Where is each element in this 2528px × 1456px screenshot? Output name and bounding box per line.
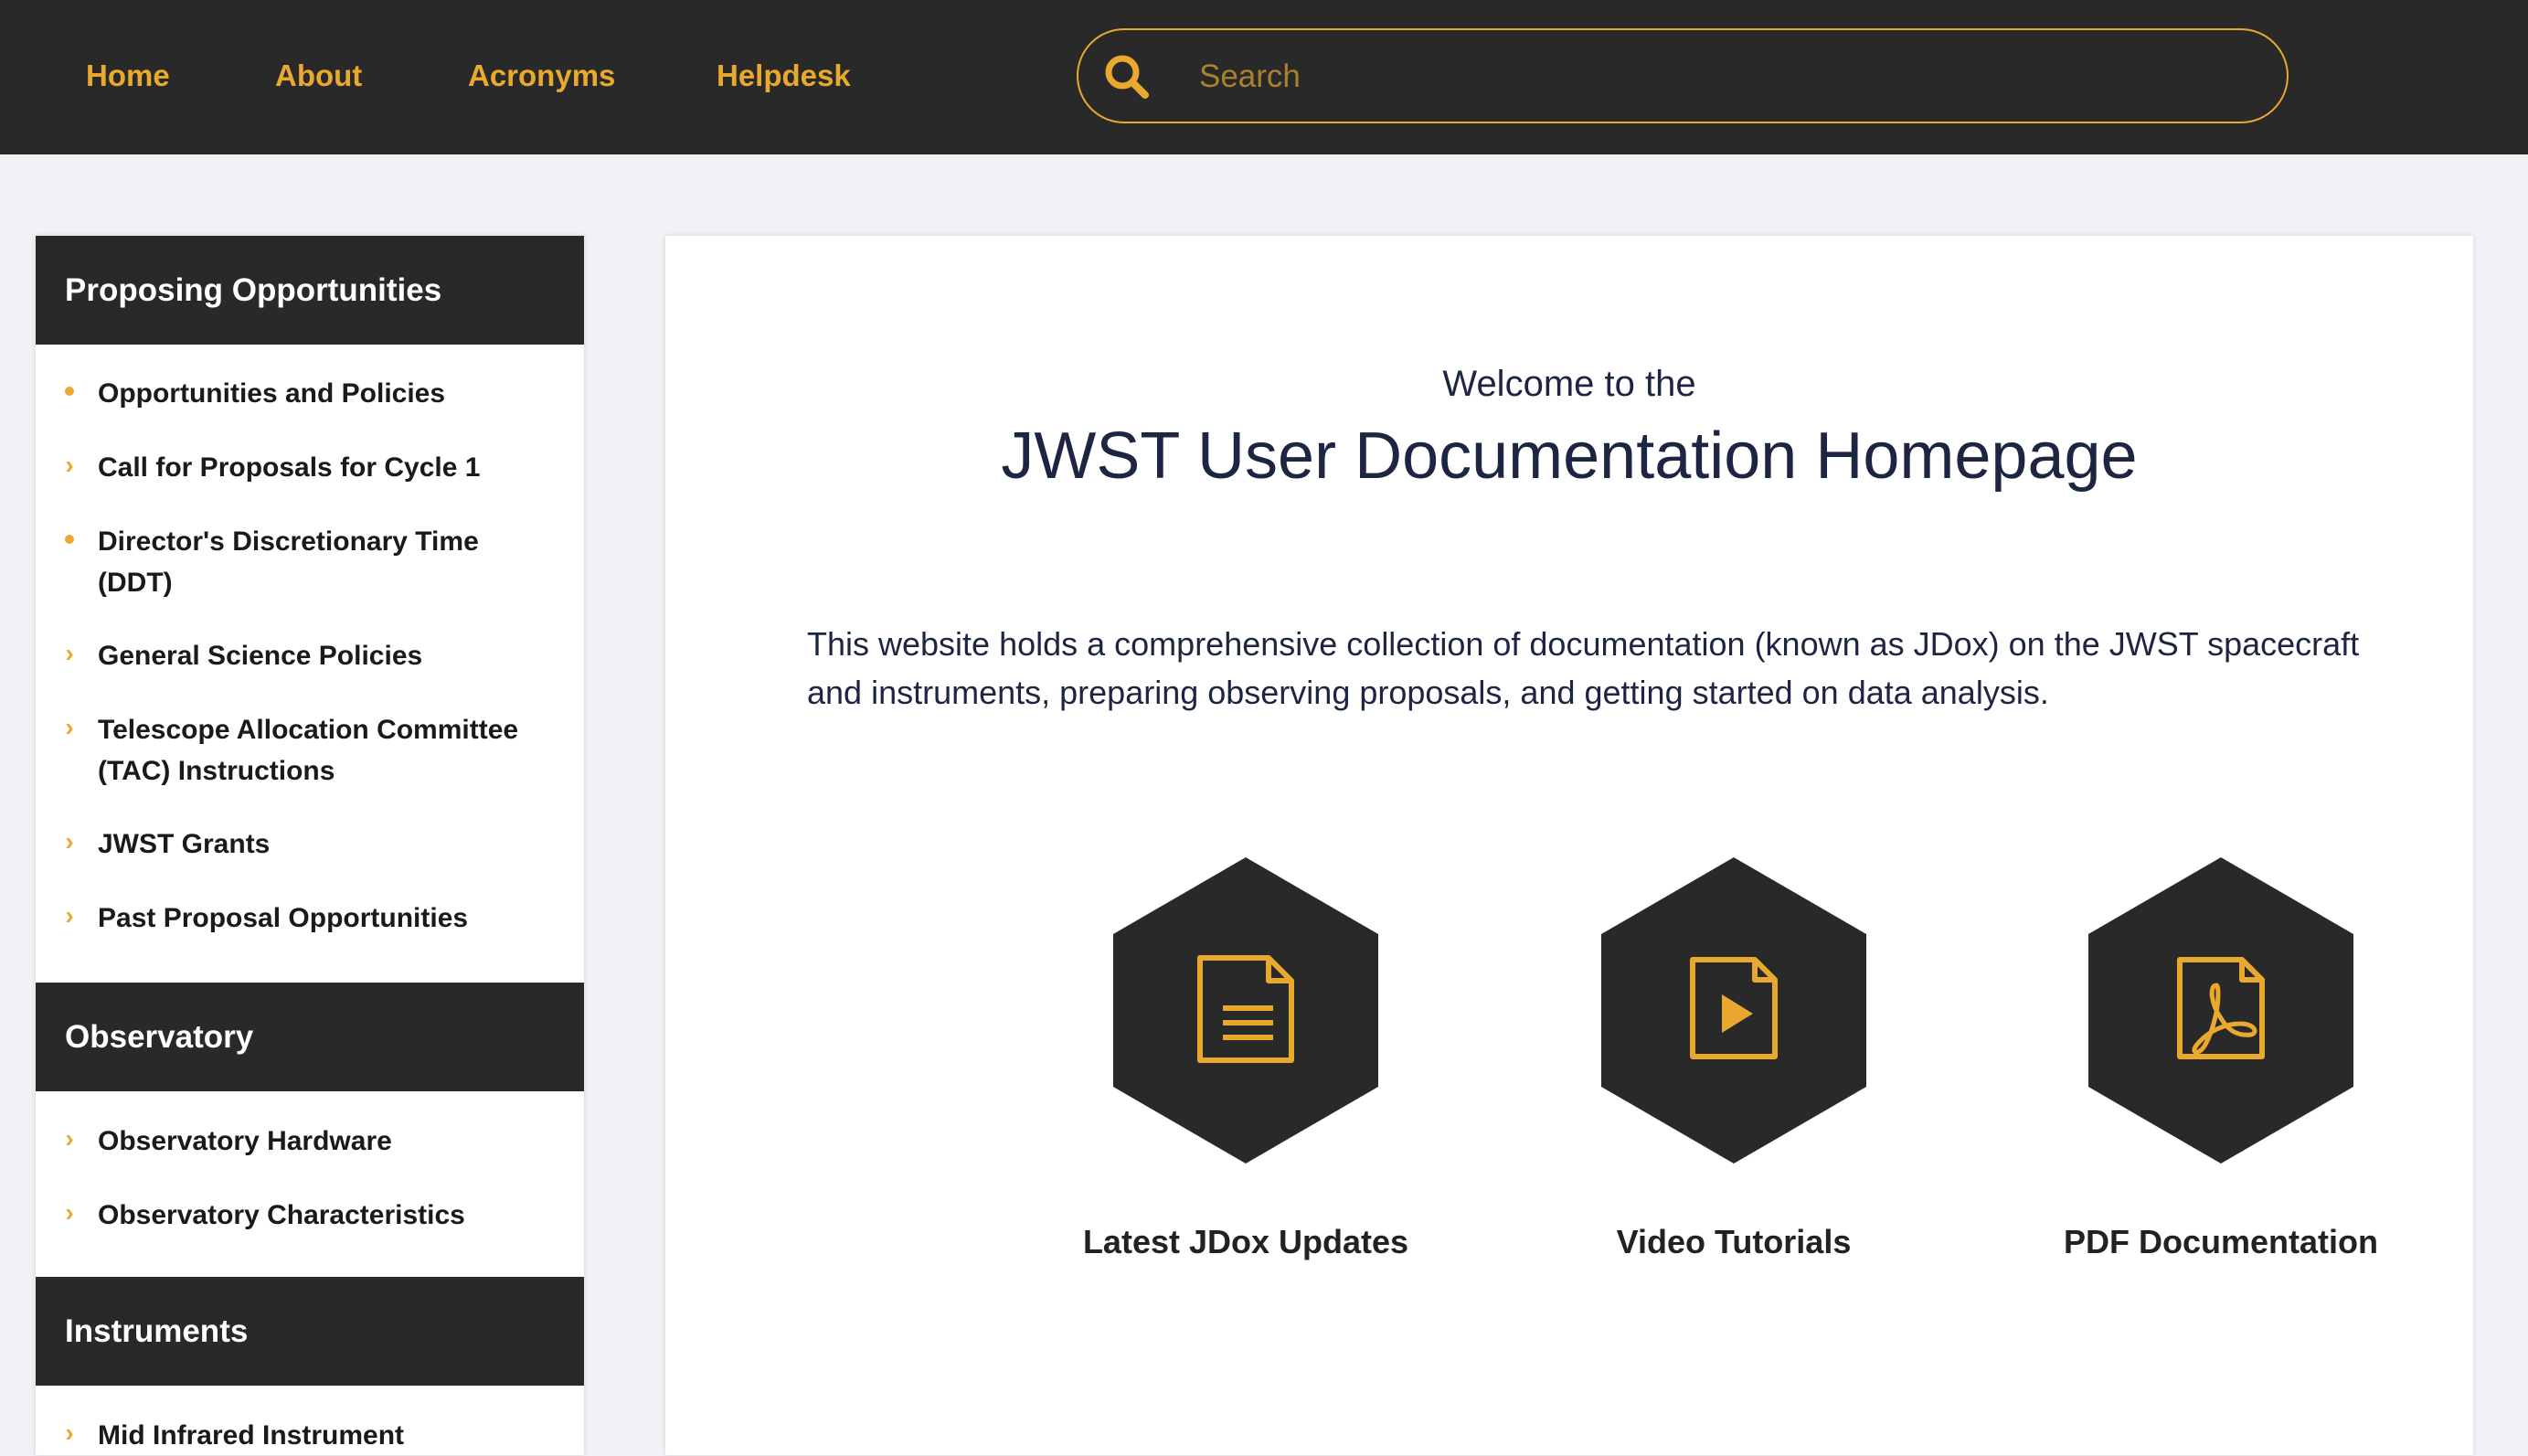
intro-paragraph: This website holds a comprehensive colle…	[807, 625, 2360, 711]
sidebar-item-label: JWST Grants	[98, 829, 271, 859]
sidebar-section-header-instruments[interactable]: Instruments	[36, 1277, 584, 1386]
welcome-text: Welcome to the	[1442, 364, 1696, 404]
nav-link-helpdesk[interactable]: Helpdesk	[717, 55, 851, 97]
bullet-icon	[60, 373, 79, 409]
search-icon[interactable]	[1102, 52, 1153, 103]
nav-link-home[interactable]: Home	[86, 55, 170, 97]
tile-pdf-documentation[interactable]: PDF Documentation	[2056, 857, 2385, 1278]
sidebar-section-header-proposing[interactable]: Proposing Opportunities	[36, 236, 584, 345]
chevron-right-icon: ›	[65, 451, 74, 479]
hexagon-badge	[1113, 857, 1378, 1164]
chevron-right-icon: ›	[65, 1419, 74, 1447]
sidebar-item-label: Observatory Hardware	[98, 1126, 392, 1156]
chevron-right-icon: ›	[65, 1198, 74, 1227]
nav-link-about[interactable]: About	[275, 55, 362, 97]
sidebar-item-label: Opportunities and Policies	[98, 378, 446, 409]
search-box[interactable]	[1077, 28, 2289, 123]
bullet-icon	[60, 521, 79, 558]
chevron-right-icon: ›	[65, 713, 74, 741]
chevron-right-icon: ›	[65, 901, 74, 930]
tile-video-tutorials[interactable]: Video Tutorials	[1569, 857, 1898, 1278]
tile-latest-jdox-updates[interactable]: Latest JDox Updates	[1081, 857, 1410, 1278]
sidebar: Proposing Opportunities Opportunities an…	[36, 236, 584, 1455]
sidebar-item-label: Telescope Allocation Committee (TAC) Ins…	[98, 715, 519, 786]
sidebar-section-title: Observatory	[65, 1019, 254, 1055]
hexagon-badge	[2088, 857, 2353, 1164]
chevron-right-icon: ›	[65, 1124, 74, 1153]
sidebar-section-title: Instruments	[65, 1313, 249, 1349]
tile-label: Latest JDox Updates	[1082, 1223, 1409, 1260]
sidebar-item-label: Call for Proposals for Cycle 1	[98, 452, 481, 483]
sidebar-section-header-observatory[interactable]: Observatory	[36, 983, 584, 1091]
tile-label: PDF Documentation	[2063, 1223, 2378, 1260]
sidebar-item-label: Mid Infrared Instrument	[98, 1420, 405, 1451]
sidebar-item-label: Past Proposal Opportunities	[98, 903, 469, 933]
sidebar-item-label: Observatory Characteristics	[98, 1200, 465, 1230]
chevron-right-icon: ›	[65, 827, 74, 856]
sidebar-item-label: General Science Policies	[98, 641, 423, 671]
hexagon-badge	[1601, 857, 1866, 1164]
main-content: Welcome to the JWST User Documentation H…	[665, 236, 2473, 1455]
tile-label: Video Tutorials	[1616, 1223, 1852, 1260]
search-input[interactable]	[1197, 47, 2243, 107]
nav-link-acronyms[interactable]: Acronyms	[468, 55, 615, 97]
sidebar-section-title: Proposing Opportunities	[65, 272, 442, 308]
sidebar-item-label: Director's Discretionary Time (DDT)	[98, 526, 479, 598]
chevron-right-icon: ›	[65, 639, 74, 667]
top-nav-bar: Home About Acronyms Helpdesk	[0, 0, 2528, 154]
page-title: JWST User Documentation Homepage	[1001, 420, 2138, 493]
